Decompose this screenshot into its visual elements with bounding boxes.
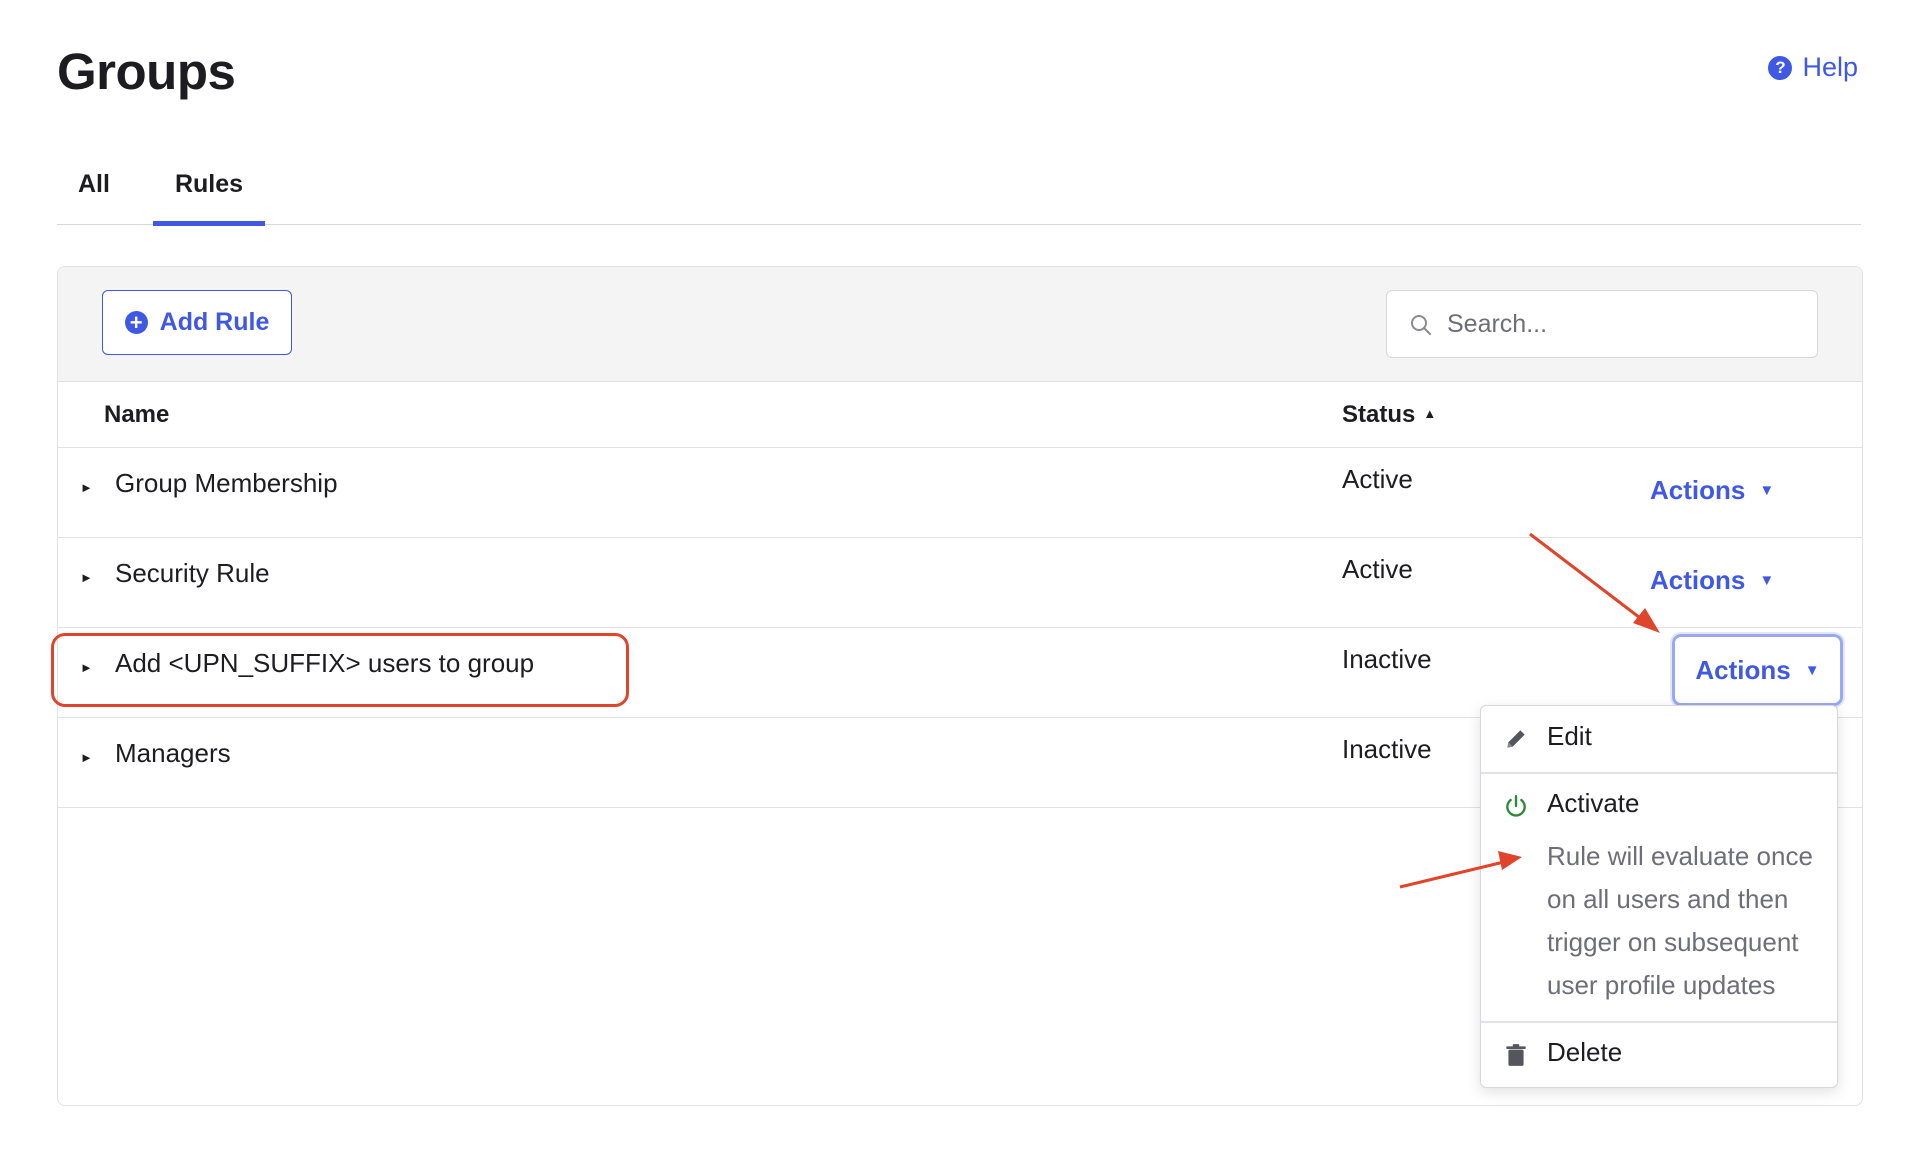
table-row: ► Group Membership Active Actions ▼ [58,448,1862,538]
actions-dropdown-button[interactable]: Actions ▼ [1650,565,1774,596]
expand-triangle-icon[interactable]: ► [80,570,93,585]
help-link[interactable]: ? Help [1768,52,1858,83]
actions-dropdown-button[interactable]: Actions ▼ [1650,475,1774,506]
column-header-status[interactable]: Status ▲ [1342,401,1436,429]
power-icon [1506,795,1526,817]
tab-all[interactable]: All [78,170,110,222]
table-row: ► Security Rule Active Actions ▼ [58,538,1862,628]
rules-toolbar: + Add Rule [58,267,1862,382]
actions-label: Actions [1650,475,1746,505]
trash-icon [1506,1044,1526,1066]
rule-name: Group Membership [115,468,338,498]
search-input[interactable] [1445,308,1789,340]
tab-rules-label: Rules [174,170,244,198]
rule-name: Security Rule [115,558,270,588]
add-rule-button[interactable]: + Add Rule [102,290,292,355]
page-title: Groups [57,43,236,100]
rule-status: Active [1342,464,1413,494]
activate-description: Rule will evaluate once on all users and… [1547,841,1813,1000]
expand-triangle-icon[interactable]: ► [80,660,93,675]
rule-name: Add <UPN_SUFFIX> users to group [115,648,535,678]
tab-bar: All Rules [57,160,1861,226]
search-icon [1411,315,1431,335]
table-header: Name Status ▲ [58,381,1862,448]
menu-item-edit[interactable]: Edit [1481,706,1837,772]
rule-status: Active [1342,554,1413,584]
expand-triangle-icon[interactable]: ► [80,750,93,765]
help-label: Help [1802,52,1858,82]
sort-ascending-icon: ▲ [1423,406,1437,421]
rule-status: Inactive [1342,734,1432,764]
rule-name: Managers [115,738,231,768]
rule-status: Inactive [1342,644,1432,674]
caret-down-icon: ▼ [1759,572,1775,589]
actions-dropdown-button-open[interactable]: Actions ▼ [1672,634,1843,706]
pencil-icon [1507,730,1525,748]
column-header-name: Name [104,401,170,428]
menu-item-activate-label: Activate [1547,788,1640,818]
menu-item-delete-label: Delete [1547,1037,1623,1067]
search-box [1386,290,1818,358]
add-rule-label: Add Rule [159,308,270,336]
caret-down-icon: ▼ [1804,661,1820,679]
expand-triangle-icon[interactable]: ► [80,480,93,495]
plus-circle-icon: + [124,311,148,334]
help-circle-icon: ? [1768,55,1793,80]
actions-label: Actions [1650,565,1746,595]
actions-label: Actions [1695,654,1791,685]
menu-item-edit-label: Edit [1547,721,1592,751]
caret-down-icon: ▼ [1759,482,1775,499]
column-header-status-label: Status [1342,401,1416,428]
actions-menu: Edit Activate Rule will evaluate once on… [1480,705,1838,1088]
menu-item-delete[interactable]: Delete [1481,1023,1837,1087]
tab-all-label: All [78,170,110,198]
tab-rules[interactable]: Rules [153,170,265,226]
